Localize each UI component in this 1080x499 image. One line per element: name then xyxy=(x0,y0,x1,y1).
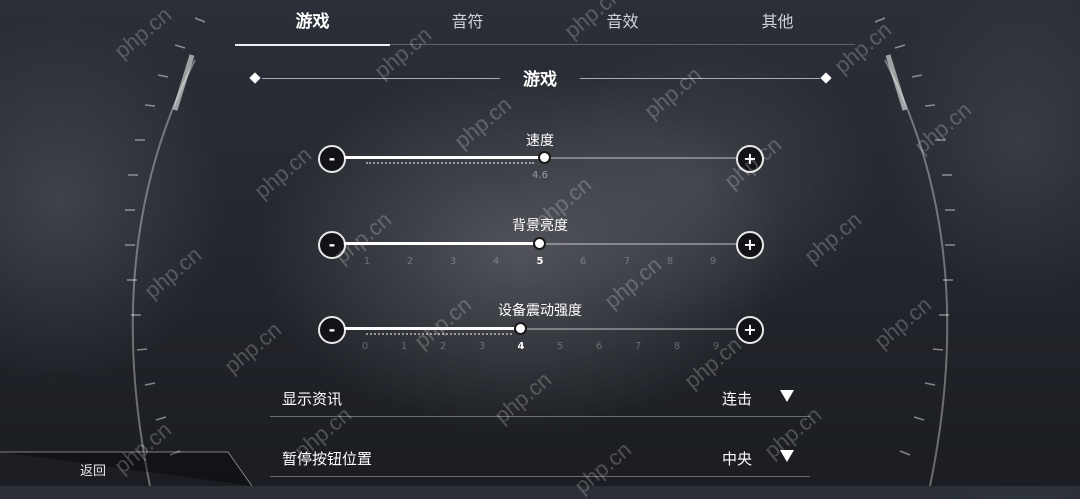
vibration-tick: 1 xyxy=(400,341,408,352)
speed-dots xyxy=(366,162,534,164)
vibration-tick: 8 xyxy=(673,341,681,352)
brightness-tick: 3 xyxy=(449,256,457,267)
brightness-tick: 9 xyxy=(709,256,717,267)
brightness-tick: 4 xyxy=(492,256,500,267)
brightness-tick: 1 xyxy=(363,256,371,267)
display-info-value: 连击 xyxy=(721,390,752,408)
vibration-increase-button[interactable]: + xyxy=(736,316,764,344)
brightness-tick-current: 5 xyxy=(536,256,544,267)
speed-fill xyxy=(344,156,544,159)
speed-value: 4.6 xyxy=(532,170,548,181)
brightness-tick: 6 xyxy=(579,256,587,267)
vibration-tick: 3 xyxy=(478,341,486,352)
tab-game[interactable]: 游戏 xyxy=(235,0,390,46)
brightness-tick: 8 xyxy=(666,256,674,267)
pause-button-position-value: 中央 xyxy=(721,450,752,468)
speed-slider-handle[interactable] xyxy=(538,151,551,164)
brightness-tick: 2 xyxy=(406,256,414,267)
vibration-decrease-button[interactable]: - xyxy=(318,316,346,344)
pause-button-position-dropdown[interactable]: 暂停按钮位置 中央 xyxy=(270,440,810,477)
vibration-slider-handle[interactable] xyxy=(514,322,527,335)
dropdown-triangle-icon xyxy=(780,390,794,402)
vibration-tick: 7 xyxy=(634,341,642,352)
brightness-increase-button[interactable]: + xyxy=(736,231,764,259)
back-label: 返回 xyxy=(80,464,107,479)
vibration-tick-current: 4 xyxy=(517,341,525,352)
vibration-tick: 0 xyxy=(361,341,369,352)
brightness-slider-handle[interactable] xyxy=(533,237,546,250)
section-title: 游戏 xyxy=(523,70,557,90)
vibration-tick: 5 xyxy=(556,341,564,352)
speed-decrease-button[interactable]: - xyxy=(318,145,346,173)
vibration-tick: 6 xyxy=(595,341,603,352)
tab-other[interactable]: 其他 xyxy=(700,0,855,46)
tab-bar: 游戏 音符 音效 其他 xyxy=(235,0,855,46)
tab-divider xyxy=(235,44,855,45)
